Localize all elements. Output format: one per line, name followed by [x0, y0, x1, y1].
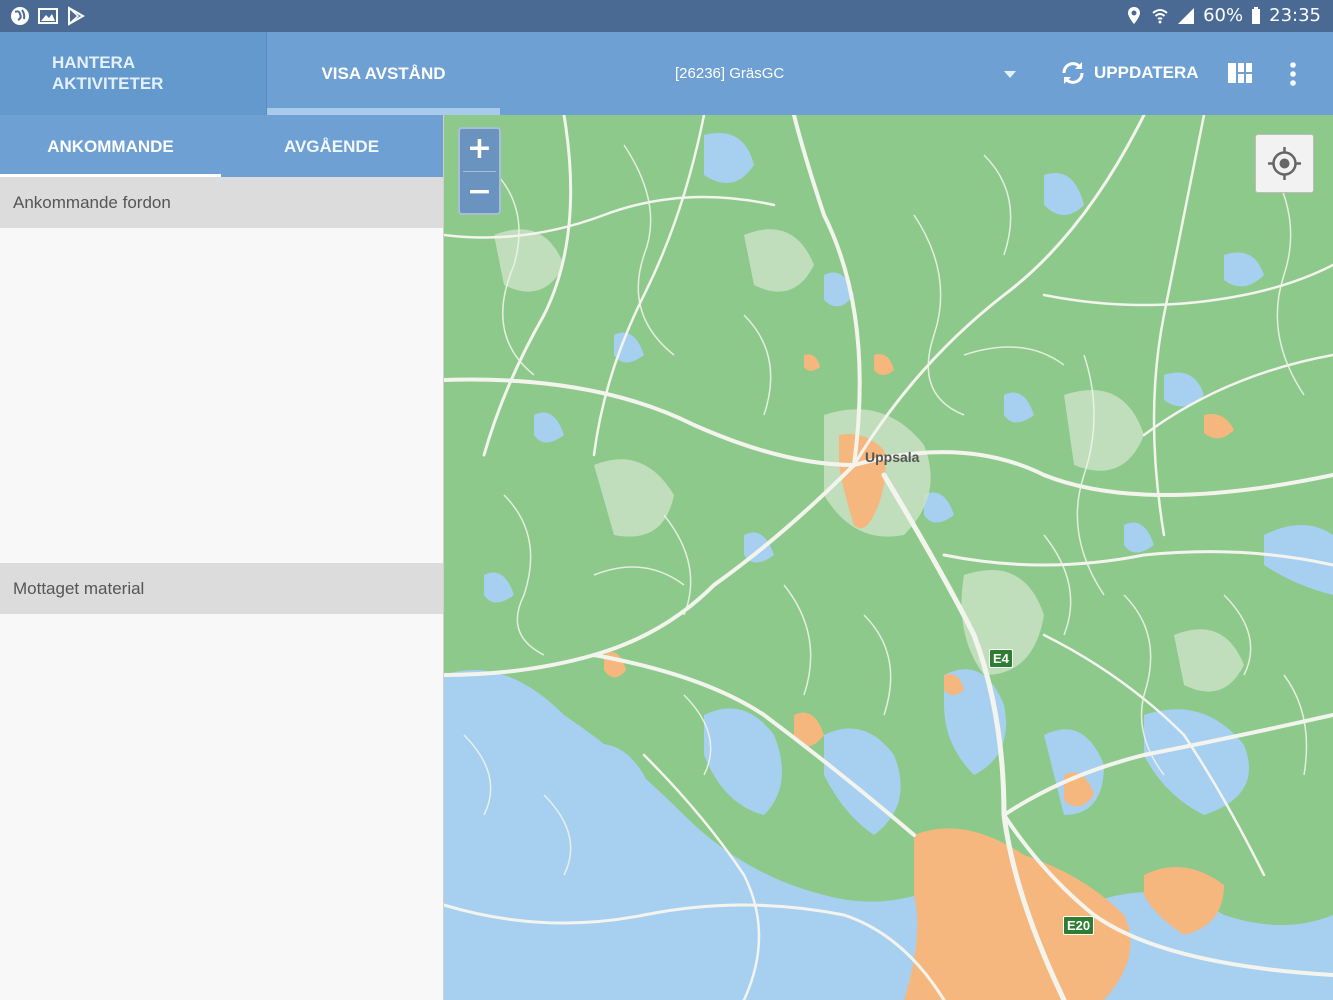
- signal-icon: [1177, 6, 1195, 26]
- chevron-down-icon: [1004, 71, 1016, 78]
- road-shield-e20: E20: [1063, 916, 1095, 935]
- my-location-button[interactable]: [1255, 134, 1314, 193]
- zoom-controls: + −: [458, 127, 501, 215]
- layout-grid-icon[interactable]: [1227, 62, 1253, 84]
- active-tab-indicator: [267, 108, 500, 115]
- vpn-globe-icon: [10, 6, 30, 26]
- site-dropdown[interactable]: [26236] GräsGC: [540, 54, 1030, 94]
- battery-percent: 60%: [1203, 5, 1244, 26]
- arriving-vehicles-list: [0, 228, 443, 563]
- wifi-icon: [1151, 6, 1169, 26]
- tab-arriving[interactable]: ANKOMMANDE: [0, 115, 221, 177]
- more-options-icon[interactable]: [1283, 60, 1303, 88]
- tab-departing-label: AVGÅENDE: [283, 137, 380, 156]
- received-material-list: [0, 614, 443, 1000]
- location-icon: [1125, 6, 1143, 26]
- tab-manage-activities[interactable]: HANTERA AKTIVITETER: [0, 32, 266, 115]
- update-button-label: UPPDATERA: [1094, 63, 1199, 82]
- received-material-header: Mottaget material: [0, 563, 443, 614]
- play-store-icon: [66, 6, 86, 26]
- tab-arriving-label: ANKOMMANDE: [47, 137, 174, 156]
- city-label-uppsala: Uppsala: [865, 449, 920, 465]
- gallery-icon: [38, 6, 58, 26]
- site-dropdown-value: [26236] GräsGC: [675, 65, 785, 82]
- zoom-in-button[interactable]: +: [460, 129, 499, 170]
- clock: 23:35: [1269, 5, 1321, 26]
- tab-show-distance-label: VISA AVSTÅND: [321, 64, 446, 83]
- map-view[interactable]: Uppsala E4 E20: [444, 115, 1333, 1000]
- app-bar: HANTERA AKTIVITETER VISA AVSTÅND [26236] …: [0, 32, 1333, 115]
- zoom-out-button[interactable]: −: [460, 172, 499, 213]
- arriving-vehicles-header: Ankommande fordon: [0, 177, 443, 228]
- refresh-icon: [1058, 58, 1088, 88]
- map-tiles: [444, 115, 1333, 1000]
- status-bar: 60% 23:35: [0, 0, 1333, 32]
- battery-icon: [1251, 6, 1261, 26]
- direction-tabs: ANKOMMANDE AVGÅENDE: [0, 115, 443, 177]
- update-button[interactable]: UPPDATERA: [1058, 56, 1199, 90]
- crosshair-icon: [1268, 147, 1301, 180]
- tab-show-distance[interactable]: VISA AVSTÅND: [267, 32, 500, 115]
- road-shield-e4: E4: [989, 649, 1013, 668]
- tab-departing[interactable]: AVGÅENDE: [221, 115, 442, 177]
